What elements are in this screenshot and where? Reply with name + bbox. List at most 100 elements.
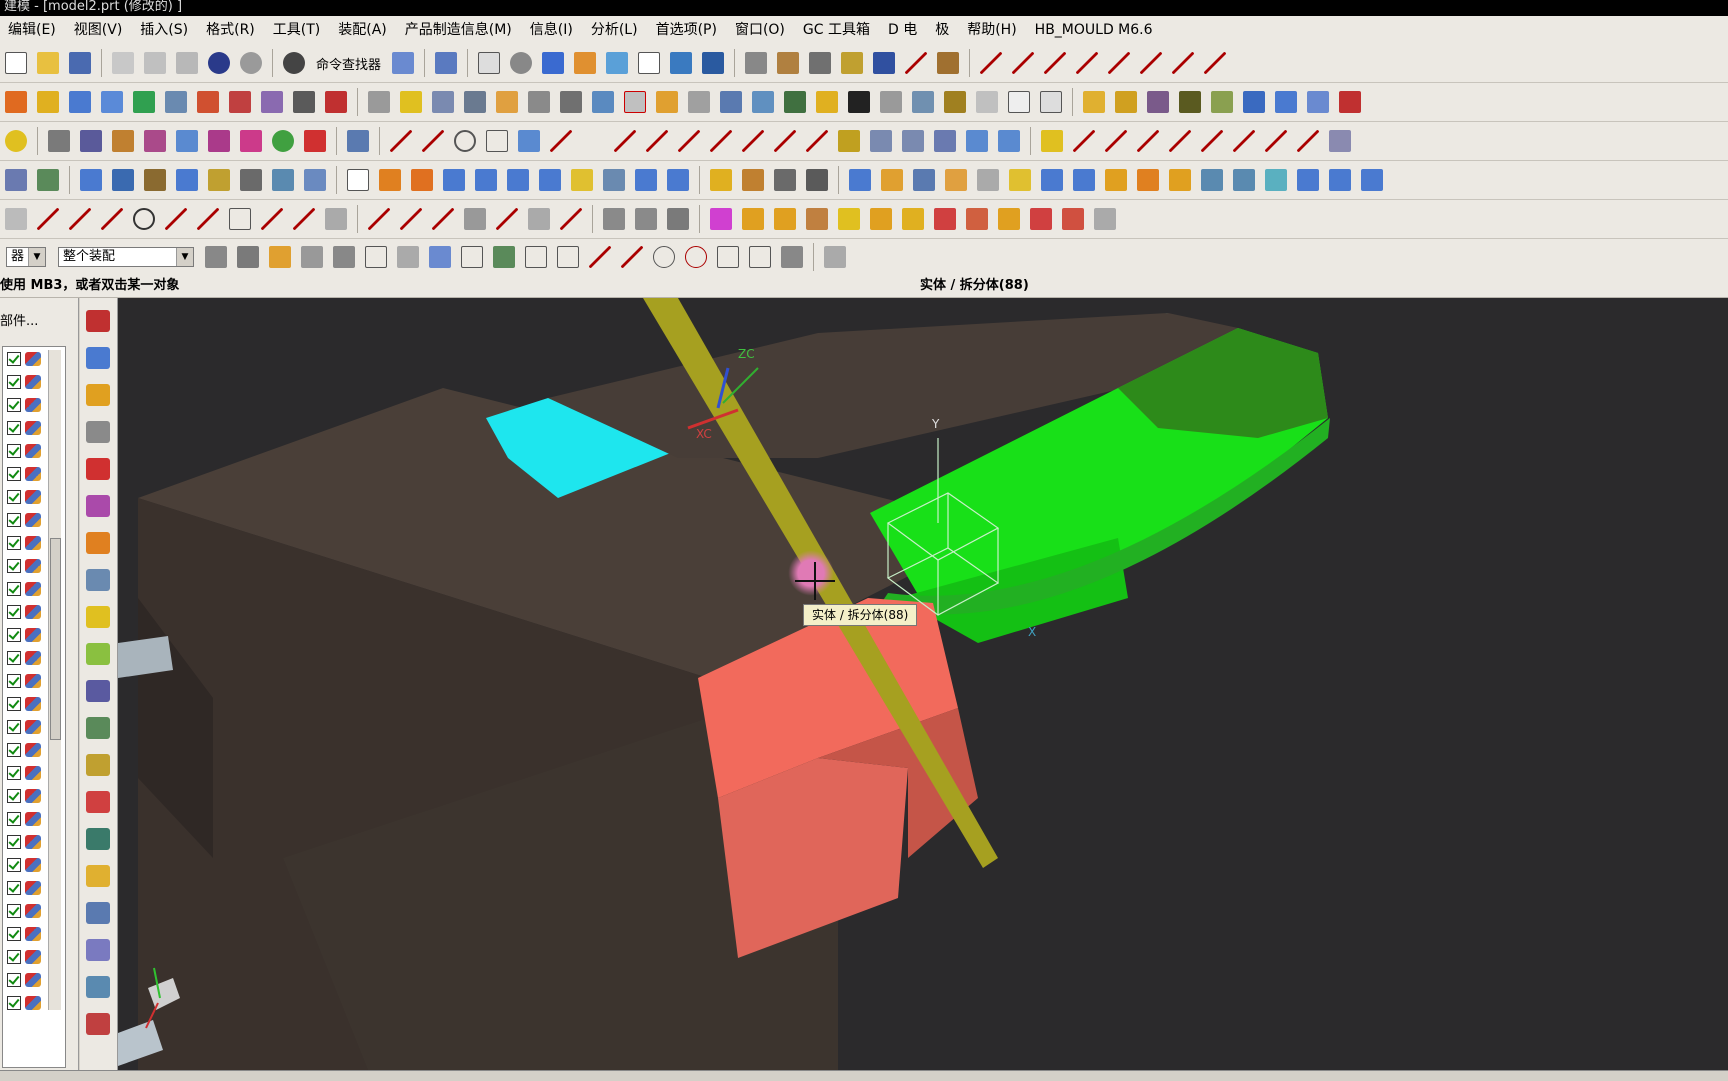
arc-icon[interactable] (422, 130, 444, 152)
sketch-project-icon[interactable] (560, 208, 582, 230)
display-mode-icon[interactable] (392, 52, 415, 74)
chain-icon[interactable] (1041, 130, 1063, 152)
bridge-curve-icon[interactable] (710, 130, 732, 152)
text-icon[interactable] (582, 130, 604, 152)
reuse-icon[interactable] (86, 865, 110, 887)
extrude-icon[interactable] (48, 130, 70, 152)
new-component-icon[interactable] (742, 208, 764, 230)
patch-icon[interactable] (261, 91, 283, 113)
mirror-icon[interactable] (272, 169, 294, 191)
layer-icon[interactable] (670, 52, 693, 74)
web-browser-icon[interactable] (86, 495, 110, 517)
derive-icon[interactable] (1297, 130, 1319, 152)
corner-icon[interactable] (1108, 52, 1131, 74)
visibility-checkbox[interactable] (7, 926, 21, 941)
visibility-checkbox[interactable] (7, 581, 21, 596)
scope-dropdown[interactable]: 整个装配 ▼ (58, 247, 194, 267)
selected-split-body-front[interactable] (718, 758, 908, 958)
snap-icon[interactable] (777, 52, 800, 74)
project-init-icon[interactable] (37, 91, 59, 113)
mold-base-icon[interactable] (368, 91, 390, 113)
intersect-curve-icon[interactable] (678, 130, 700, 152)
visibility-checkbox[interactable] (7, 535, 21, 550)
scrollbar-thumb[interactable] (50, 538, 61, 740)
sketch-constraint-icon[interactable] (603, 208, 625, 230)
surface-icon[interactable] (1105, 169, 1127, 191)
quick-extend-icon[interactable] (400, 208, 422, 230)
visibility-checkbox[interactable] (7, 351, 21, 366)
make-corner-icon[interactable] (432, 208, 454, 230)
pull-face-icon[interactable] (603, 169, 625, 191)
sketch-mirror-icon[interactable] (496, 208, 518, 230)
through-curves-icon[interactable] (1169, 169, 1191, 191)
grid-snap-icon[interactable] (1329, 130, 1351, 152)
circle-icon[interactable] (454, 130, 476, 152)
isoparametric-icon[interactable] (934, 130, 956, 152)
cube-view-icon[interactable] (1275, 91, 1297, 113)
reuse-library-icon[interactable] (86, 421, 110, 443)
visibility-checkbox[interactable] (7, 719, 21, 734)
transform-icon[interactable] (873, 52, 896, 74)
ejector-pin-icon[interactable] (432, 91, 454, 113)
selection-filter-icon[interactable] (269, 246, 291, 268)
pattern-icon[interactable] (240, 169, 262, 191)
constraint-navigator-icon[interactable] (86, 384, 110, 406)
info-icon[interactable] (435, 52, 458, 74)
exploded-view-icon[interactable] (1030, 208, 1052, 230)
studio-surface-icon[interactable] (1265, 169, 1287, 191)
analysis-icon[interactable] (912, 91, 934, 113)
project-curve-icon[interactable] (646, 130, 668, 152)
select-rectangle-icon[interactable] (365, 246, 387, 268)
select-face-icon[interactable] (333, 246, 355, 268)
snap-end-icon[interactable] (493, 246, 515, 268)
snap-quadrant-icon[interactable] (685, 246, 707, 268)
sketch-rectangle-icon[interactable] (229, 208, 251, 230)
parting-surface-icon[interactable] (293, 91, 315, 113)
composite-curve-icon[interactable] (902, 130, 924, 152)
body-icon[interactable] (5, 169, 27, 191)
bounded-plane-icon[interactable] (1297, 169, 1319, 191)
move-layer-icon[interactable] (702, 52, 725, 74)
menu-help[interactable]: 帮助(H) (959, 16, 1026, 44)
standard-part-icon[interactable] (400, 91, 422, 113)
constraint-face-icon[interactable] (774, 169, 796, 191)
split-body-icon[interactable] (849, 169, 871, 191)
visibility-checkbox[interactable] (7, 857, 21, 872)
system-materials-icon[interactable] (86, 569, 110, 591)
sequence-icon[interactable] (1062, 208, 1084, 230)
sketch-spline-icon[interactable] (261, 208, 283, 230)
cut-icon[interactable] (112, 52, 134, 74)
wave-geometry-icon[interactable] (998, 208, 1020, 230)
dimension-icon[interactable] (1265, 130, 1287, 152)
background-icon[interactable] (638, 52, 661, 74)
assembly-tree-icon[interactable] (1115, 91, 1137, 113)
hole-icon[interactable] (112, 130, 134, 152)
check-region-icon[interactable] (229, 91, 251, 113)
snap-surface-icon[interactable] (781, 246, 803, 268)
templates-icon[interactable] (86, 902, 110, 924)
snap-existing-icon[interactable] (717, 246, 739, 268)
visibility-checkbox[interactable] (7, 558, 21, 573)
cylinder-face-icon[interactable] (667, 169, 689, 191)
analysis-tools-icon[interactable] (86, 1013, 110, 1035)
visibility-checkbox[interactable] (7, 443, 21, 458)
hd3d-tools-icon[interactable] (86, 717, 110, 739)
sketch-arc-icon[interactable] (101, 208, 123, 230)
view-manager-icon[interactable] (816, 91, 838, 113)
constraint-icon[interactable] (1233, 130, 1255, 152)
grid-icon[interactable] (1307, 91, 1329, 113)
sketch-chamfer-icon[interactable] (197, 208, 219, 230)
profile-icon[interactable] (37, 208, 59, 230)
polygon-icon[interactable] (518, 130, 540, 152)
intersect-icon[interactable] (913, 169, 935, 191)
offset-face-icon[interactable] (443, 169, 465, 191)
add-component-icon[interactable] (710, 208, 732, 230)
point-icon[interactable] (1073, 130, 1095, 152)
visibility-checkbox[interactable] (7, 949, 21, 964)
new-file-icon[interactable] (5, 52, 27, 74)
bill-of-material-icon[interactable] (720, 91, 742, 113)
thicken-icon[interactable] (945, 169, 967, 191)
sheet-icon[interactable] (347, 169, 369, 191)
sketch-point-icon[interactable] (293, 208, 315, 230)
wave-link-icon[interactable] (1073, 169, 1095, 191)
